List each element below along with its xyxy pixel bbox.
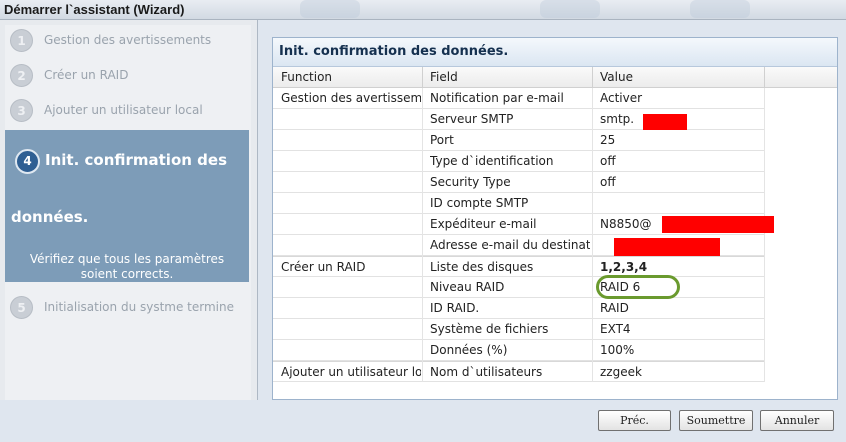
step-item-5: 5 Initialisation du systme termine xyxy=(10,294,250,322)
cell-value: zzgeek xyxy=(600,365,642,379)
cell-field: Security Type xyxy=(430,175,511,189)
active-step-title: Init. confirmation des xyxy=(45,151,227,169)
highlight-circle xyxy=(596,275,680,299)
column-header-value[interactable]: Value xyxy=(600,70,633,84)
cell-field: Données (%) xyxy=(430,343,508,357)
step-number-badge: 5 xyxy=(10,296,33,319)
cancel-button[interactable]: Annuler xyxy=(760,410,834,431)
column-header-field[interactable]: Field xyxy=(430,70,458,84)
table-row[interactable]: ID compte SMTP xyxy=(273,193,765,214)
step-label: Créer un RAID xyxy=(44,68,129,82)
cell-field: Serveur SMTP xyxy=(430,112,514,126)
wizard-button-bar: Préc. Soumettre Annuler xyxy=(0,400,846,442)
cell-field: Port xyxy=(430,133,454,147)
table-row[interactable]: ID RAID. RAID xyxy=(273,298,765,319)
step-item-3: 3 Ajouter un utilisateur local xyxy=(10,97,250,125)
table-row[interactable]: Serveur SMTP smtp. xyxy=(273,109,765,130)
cell-field: ID compte SMTP xyxy=(430,196,529,210)
cell-value: EXT4 xyxy=(600,322,631,336)
table-row[interactable]: Créer un RAID Liste des disques 1,2,3,4 xyxy=(273,256,765,277)
previous-button[interactable]: Préc. xyxy=(598,410,671,431)
main-content: Init. confirmation des données. Function… xyxy=(257,20,846,400)
table-row[interactable]: Gestion des avertissem... Notification pa… xyxy=(273,88,765,109)
redaction-mark xyxy=(643,114,687,130)
table-row[interactable]: Données (%) 100% xyxy=(273,340,765,361)
background-decoration xyxy=(300,0,360,18)
background-decoration xyxy=(540,0,600,18)
panel-header: Init. confirmation des données. xyxy=(273,38,837,67)
cell-function: Ajouter un utilisateur lo... xyxy=(281,365,421,379)
window-titlebar: Démarrer l`assistant (Wizard) xyxy=(0,0,846,20)
active-step-item-4: 4 Init. confirmation des données. Vérifi… xyxy=(5,130,249,282)
cell-value: RAID xyxy=(600,301,629,315)
cell-field: Adresse e-mail du destinata... xyxy=(430,238,590,252)
column-header-function[interactable]: Function xyxy=(281,70,332,84)
cell-value: 25 xyxy=(600,133,616,147)
cell-value: Activer xyxy=(600,91,643,105)
confirmation-panel: Init. confirmation des données. Function… xyxy=(272,37,838,400)
table-row[interactable]: Port 25 xyxy=(273,130,765,151)
table-row[interactable]: Type d`identification off xyxy=(273,151,765,172)
step-number-badge: 1 xyxy=(10,29,33,52)
column-gridline xyxy=(592,88,593,382)
cell-value: off xyxy=(600,175,616,189)
step-label: Ajouter un utilisateur local xyxy=(44,103,203,117)
cell-field: ID RAID. xyxy=(430,301,480,315)
cell-field: Expéditeur e-mail xyxy=(430,217,537,231)
submit-button[interactable]: Soumettre xyxy=(679,410,753,431)
background-decoration xyxy=(690,0,750,18)
table-row[interactable]: Ajouter un utilisateur lo... Nom d`utilis… xyxy=(273,361,765,382)
table-row[interactable]: Security Type off xyxy=(273,172,765,193)
redaction-mark xyxy=(614,238,720,256)
cell-value: 100% xyxy=(600,343,635,357)
step-number-badge: 3 xyxy=(10,99,33,122)
cell-function: Créer un RAID xyxy=(281,260,366,274)
cell-field: Nom d`utilisateurs xyxy=(430,365,543,379)
cell-field: Système de fichiers xyxy=(430,322,549,336)
wizard-steps-sidebar: 1 Gestion des avertissements 2 Créer un … xyxy=(0,20,257,442)
panel-title: Init. confirmation des données. xyxy=(279,44,509,59)
step-item-1: 1 Gestion des avertissements xyxy=(10,27,250,55)
active-step-description: Vérifiez que tous les paramètres soient … xyxy=(29,252,225,281)
step-label: Initialisation du systme termine xyxy=(44,300,235,314)
step-number-badge: 4 xyxy=(15,149,40,174)
column-gridline xyxy=(764,88,765,382)
step-number-badge: 2 xyxy=(10,64,33,87)
cell-field: Liste des disques xyxy=(430,260,534,274)
column-gridline xyxy=(422,88,423,382)
active-step-title-continued: données. xyxy=(11,208,89,226)
redaction-mark xyxy=(662,216,774,233)
table-header: Function Field Value xyxy=(273,67,837,88)
cell-value: 1,2,3,4 xyxy=(600,260,648,274)
cell-field: Niveau RAID xyxy=(430,280,505,294)
step-item-2: 2 Créer un RAID xyxy=(10,62,250,90)
column-divider[interactable] xyxy=(764,67,765,88)
table-row[interactable]: Système de fichiers EXT4 xyxy=(273,319,765,340)
column-divider[interactable] xyxy=(422,67,423,88)
window-title: Démarrer l`assistant (Wizard) xyxy=(4,2,185,17)
cell-function: Gestion des avertissem... xyxy=(281,91,421,105)
cell-value: off xyxy=(600,154,616,168)
cell-field: Type d`identification xyxy=(430,154,554,168)
step-label: Gestion des avertissements xyxy=(44,33,212,47)
column-divider[interactable] xyxy=(592,67,593,88)
cell-field: Notification par e-mail xyxy=(430,91,564,105)
table-row[interactable]: Niveau RAID RAID 6 xyxy=(273,277,765,298)
